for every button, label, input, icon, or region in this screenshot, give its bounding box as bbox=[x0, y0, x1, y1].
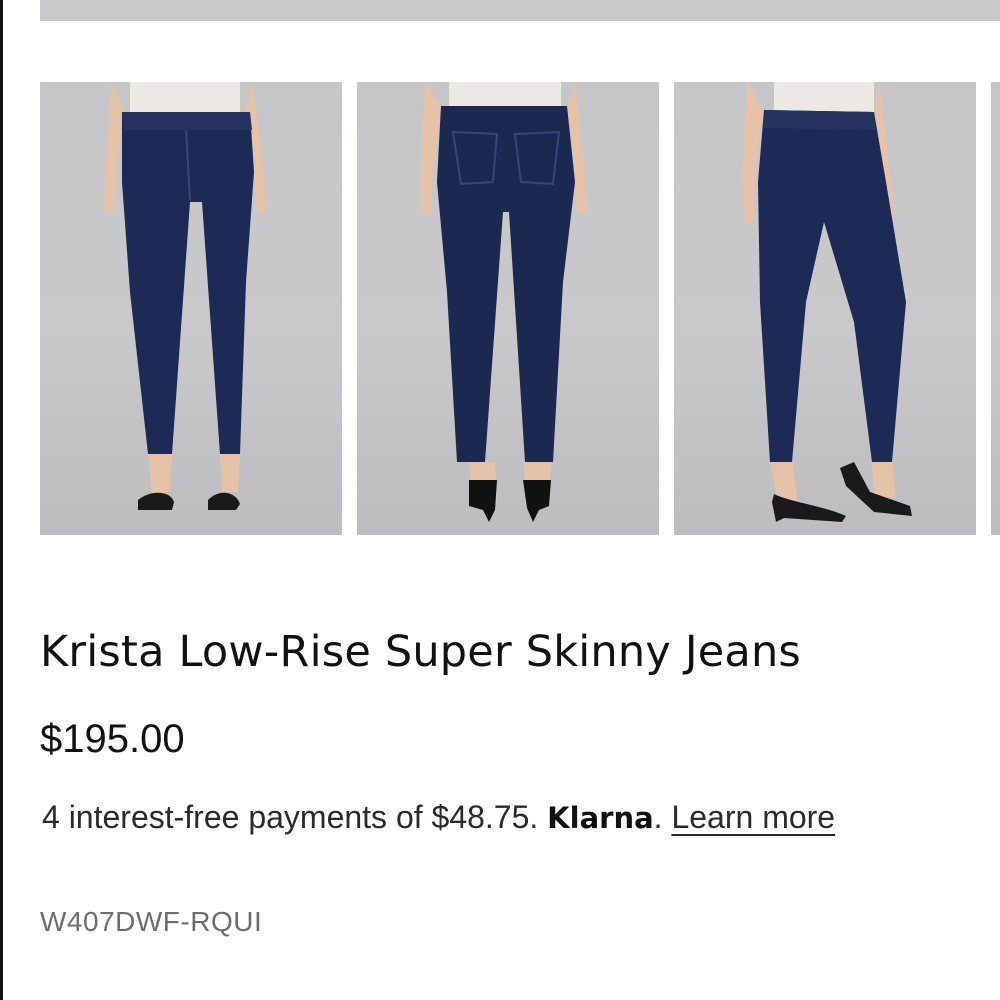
product-image-back[interactable] bbox=[357, 82, 659, 535]
previous-section-strip bbox=[40, 0, 1000, 21]
product-image-gallery[interactable] bbox=[40, 82, 1000, 535]
jeans-front-photo-icon bbox=[104, 82, 266, 510]
jeans-side-photo-icon bbox=[742, 82, 912, 522]
product-image-side[interactable] bbox=[674, 82, 976, 535]
product-price: $195.00 bbox=[40, 717, 185, 761]
jeans-back-photo-icon bbox=[420, 82, 587, 522]
product-sku: W407DWF-RQUI bbox=[40, 906, 263, 937]
installment-info: 4 interest-free payments of $48.75. Klar… bbox=[42, 795, 835, 840]
product-title: Krista Low-Rise Super Skinny Jeans bbox=[40, 627, 802, 677]
learn-more-link[interactable]: Learn more bbox=[671, 799, 835, 835]
klarna-logo-text: Klarna bbox=[547, 801, 654, 835]
installment-text: 4 interest-free payments of $48.75. bbox=[42, 799, 539, 835]
viewport-left-border bbox=[0, 0, 3, 1000]
product-image-partial[interactable] bbox=[991, 82, 1000, 535]
klarna-suffix: . bbox=[653, 799, 663, 835]
product-image-front[interactable] bbox=[40, 82, 342, 535]
